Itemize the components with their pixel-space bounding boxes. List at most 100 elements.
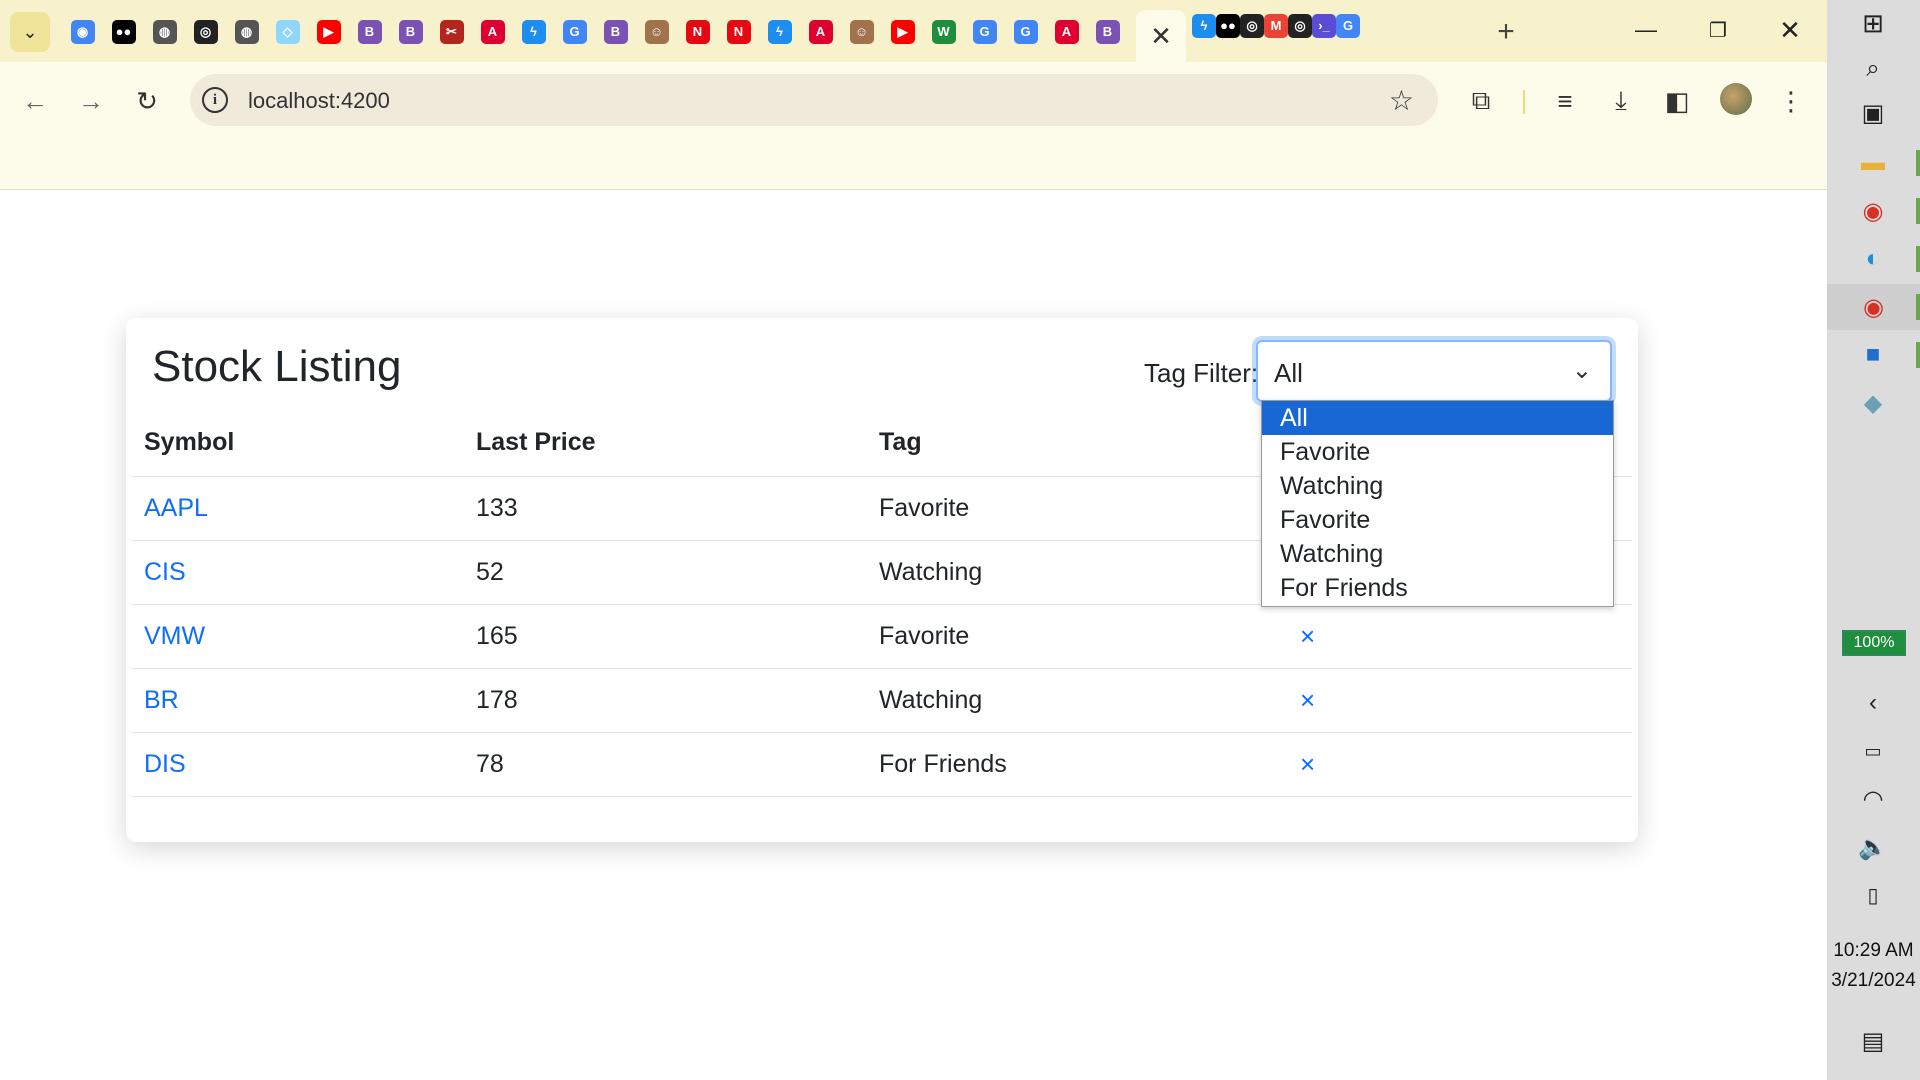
notifications-button[interactable]: ▤ xyxy=(1852,1020,1894,1062)
tab-list: ◉ ●● ◍ ◎ ◍ ◇ ▶ B B ✂ Aϟ G B ☺ N Nϟ A ☺ ▶ W G G A B xyxy=(62,14,1128,50)
menu-button[interactable]: ⋮ xyxy=(1770,80,1812,122)
url-text[interactable]: localhost:4200 xyxy=(248,88,390,114)
new-tab-button[interactable]: + xyxy=(1488,14,1524,50)
symbol-link[interactable]: DIS xyxy=(132,732,464,797)
downloads-button[interactable]: ⤓ xyxy=(1600,80,1642,122)
symbol-link[interactable]: VMW xyxy=(132,604,464,669)
restore-button[interactable]: ❐ xyxy=(1688,10,1748,50)
windows-icon: ⊞ xyxy=(1862,7,1884,38)
webstorm-button[interactable]: ■ xyxy=(1852,334,1894,376)
extensions-button[interactable]: ⧉ xyxy=(1460,80,1502,122)
bookmark-star-icon[interactable]: ☆ xyxy=(1389,84,1414,117)
symbol-link[interactable]: BR xyxy=(132,668,464,733)
start-button[interactable]: ⊞ xyxy=(1852,2,1894,44)
close-window-button[interactable]: ✕ xyxy=(1760,10,1820,50)
dropdown-option[interactable]: Watching xyxy=(1262,537,1613,571)
browser-tab[interactable]: B xyxy=(349,14,390,50)
browser-tab[interactable]: B xyxy=(595,14,636,50)
browser-tab[interactable]: A xyxy=(1046,14,1087,50)
task-view-button[interactable]: ▣ xyxy=(1852,92,1894,134)
clock-date[interactable]: 3/21/2024 xyxy=(1827,970,1920,992)
webpack-icon: ◇ xyxy=(275,20,300,44)
arrow-right-icon: → xyxy=(78,85,104,116)
site-info-icon[interactable]: i xyxy=(202,87,228,113)
kebab-menu-icon: ⋮ xyxy=(1778,85,1804,116)
search-button[interactable]: ⌕ xyxy=(1852,48,1894,90)
dropdown-option[interactable]: Favorite xyxy=(1262,503,1613,537)
active-tab[interactable]: ✕ xyxy=(1136,10,1186,62)
browser-tab[interactable]: ▶ xyxy=(882,14,923,50)
last-price-cell: 78 xyxy=(464,732,867,797)
chrome-button[interactable]: ◉ xyxy=(1852,190,1894,232)
browser-tab[interactable]: ◎ xyxy=(1240,14,1264,38)
dropdown-option[interactable]: All xyxy=(1262,401,1613,435)
address-bar[interactable]: i localhost:4200 ☆ xyxy=(190,74,1438,126)
browser-tab[interactable]: ●● xyxy=(1216,14,1240,38)
app-button[interactable]: ◆ xyxy=(1852,382,1894,424)
browser-tab[interactable]: ☺ xyxy=(636,14,677,50)
close-tab-icon[interactable]: ✕ xyxy=(1150,21,1172,52)
remove-button[interactable]: × xyxy=(1294,604,1632,669)
browser-tab[interactable]: B xyxy=(390,14,431,50)
browser-tab[interactable]: ▶ xyxy=(308,14,349,50)
browser-tab[interactable]: N xyxy=(718,14,759,50)
browser-tab[interactable]: ◎ xyxy=(185,14,226,50)
dropdown-option[interactable]: Favorite xyxy=(1262,435,1613,469)
clock-time[interactable]: 10:29 AM xyxy=(1827,940,1920,962)
browser-tab[interactable]: G xyxy=(1336,14,1360,38)
remove-button[interactable]: × xyxy=(1294,668,1632,733)
browser-tab[interactable]: ◎ xyxy=(1288,14,1312,38)
side-panel-button[interactable]: ◧ xyxy=(1656,80,1698,122)
remove-button[interactable]: × xyxy=(1294,732,1632,797)
browser-tab[interactable]: G xyxy=(1005,14,1046,50)
netflix-icon: N xyxy=(726,20,751,44)
dropdown-option[interactable]: For Friends xyxy=(1262,571,1613,605)
browser-tab[interactable]: ϟ xyxy=(759,14,800,50)
browser-tab[interactable]: B xyxy=(1087,14,1128,50)
browser-tab[interactable]: ◇ xyxy=(267,14,308,50)
browser-tab[interactable]: ●● xyxy=(103,14,144,50)
reload-button[interactable]: ↻ xyxy=(126,80,168,122)
browser-tab[interactable]: ◉ xyxy=(62,14,103,50)
browser-tab[interactable]: N xyxy=(677,14,718,50)
browser-tab[interactable]: A xyxy=(472,14,513,50)
browser-tab[interactable]: A xyxy=(800,14,841,50)
symbol-link[interactable]: AAPL xyxy=(132,476,464,541)
browser-tab[interactable]: ◍ xyxy=(226,14,267,50)
dropdown-option[interactable]: Watching xyxy=(1262,469,1613,503)
edge-button[interactable]: ◐ xyxy=(1852,238,1894,280)
tag-cell: Favorite xyxy=(867,604,1294,669)
file-explorer-button[interactable]: ▬ xyxy=(1852,142,1894,184)
back-button[interactable]: ← xyxy=(14,80,56,122)
browser-tab[interactable]: G xyxy=(964,14,1005,50)
close-icon: ✕ xyxy=(1779,14,1801,45)
volume-button[interactable]: 🔈 xyxy=(1852,826,1894,868)
forward-button[interactable]: → xyxy=(70,80,112,122)
show-hidden-icons-button[interactable]: ‹ xyxy=(1852,682,1894,724)
browser-tab[interactable]: ◍ xyxy=(144,14,185,50)
download-icon: ⤓ xyxy=(1615,85,1627,115)
header-symbol: Symbol xyxy=(132,410,464,477)
minimize-button[interactable]: — xyxy=(1616,10,1676,50)
webstorm-icon: ■ xyxy=(1865,341,1881,368)
profile-avatar[interactable] xyxy=(1720,83,1752,115)
media-control-button[interactable]: ≡ xyxy=(1544,80,1586,122)
symbol-link[interactable]: CIS xyxy=(132,540,464,605)
power-button[interactable]: ▭ xyxy=(1852,730,1894,772)
browser-tab[interactable]: ✂ xyxy=(431,14,472,50)
battery-indicator[interactable]: 100% xyxy=(1842,630,1906,656)
browser-tab[interactable]: W xyxy=(923,14,964,50)
search-icon: ⌕ xyxy=(1866,55,1880,82)
browser-tab[interactable]: M xyxy=(1264,14,1288,38)
browser-tab[interactable]: G xyxy=(554,14,595,50)
tab-search-button[interactable]: ⌄ xyxy=(10,12,50,52)
tag-filter-select[interactable]: All ⌄ xyxy=(1256,340,1612,402)
network-button[interactable]: ◠ xyxy=(1852,778,1894,820)
browser-tab[interactable]: ϟ xyxy=(513,14,554,50)
chrome-active-button[interactable]: ◉ xyxy=(1827,284,1920,330)
browser-tab[interactable]: ☺ xyxy=(841,14,882,50)
browser-tab[interactable]: ϟ xyxy=(1192,14,1216,38)
chrome-icon: ◉ xyxy=(1862,197,1884,225)
device-button[interactable]: ▯ xyxy=(1852,874,1894,916)
browser-tab[interactable]: ›_ xyxy=(1312,14,1336,38)
